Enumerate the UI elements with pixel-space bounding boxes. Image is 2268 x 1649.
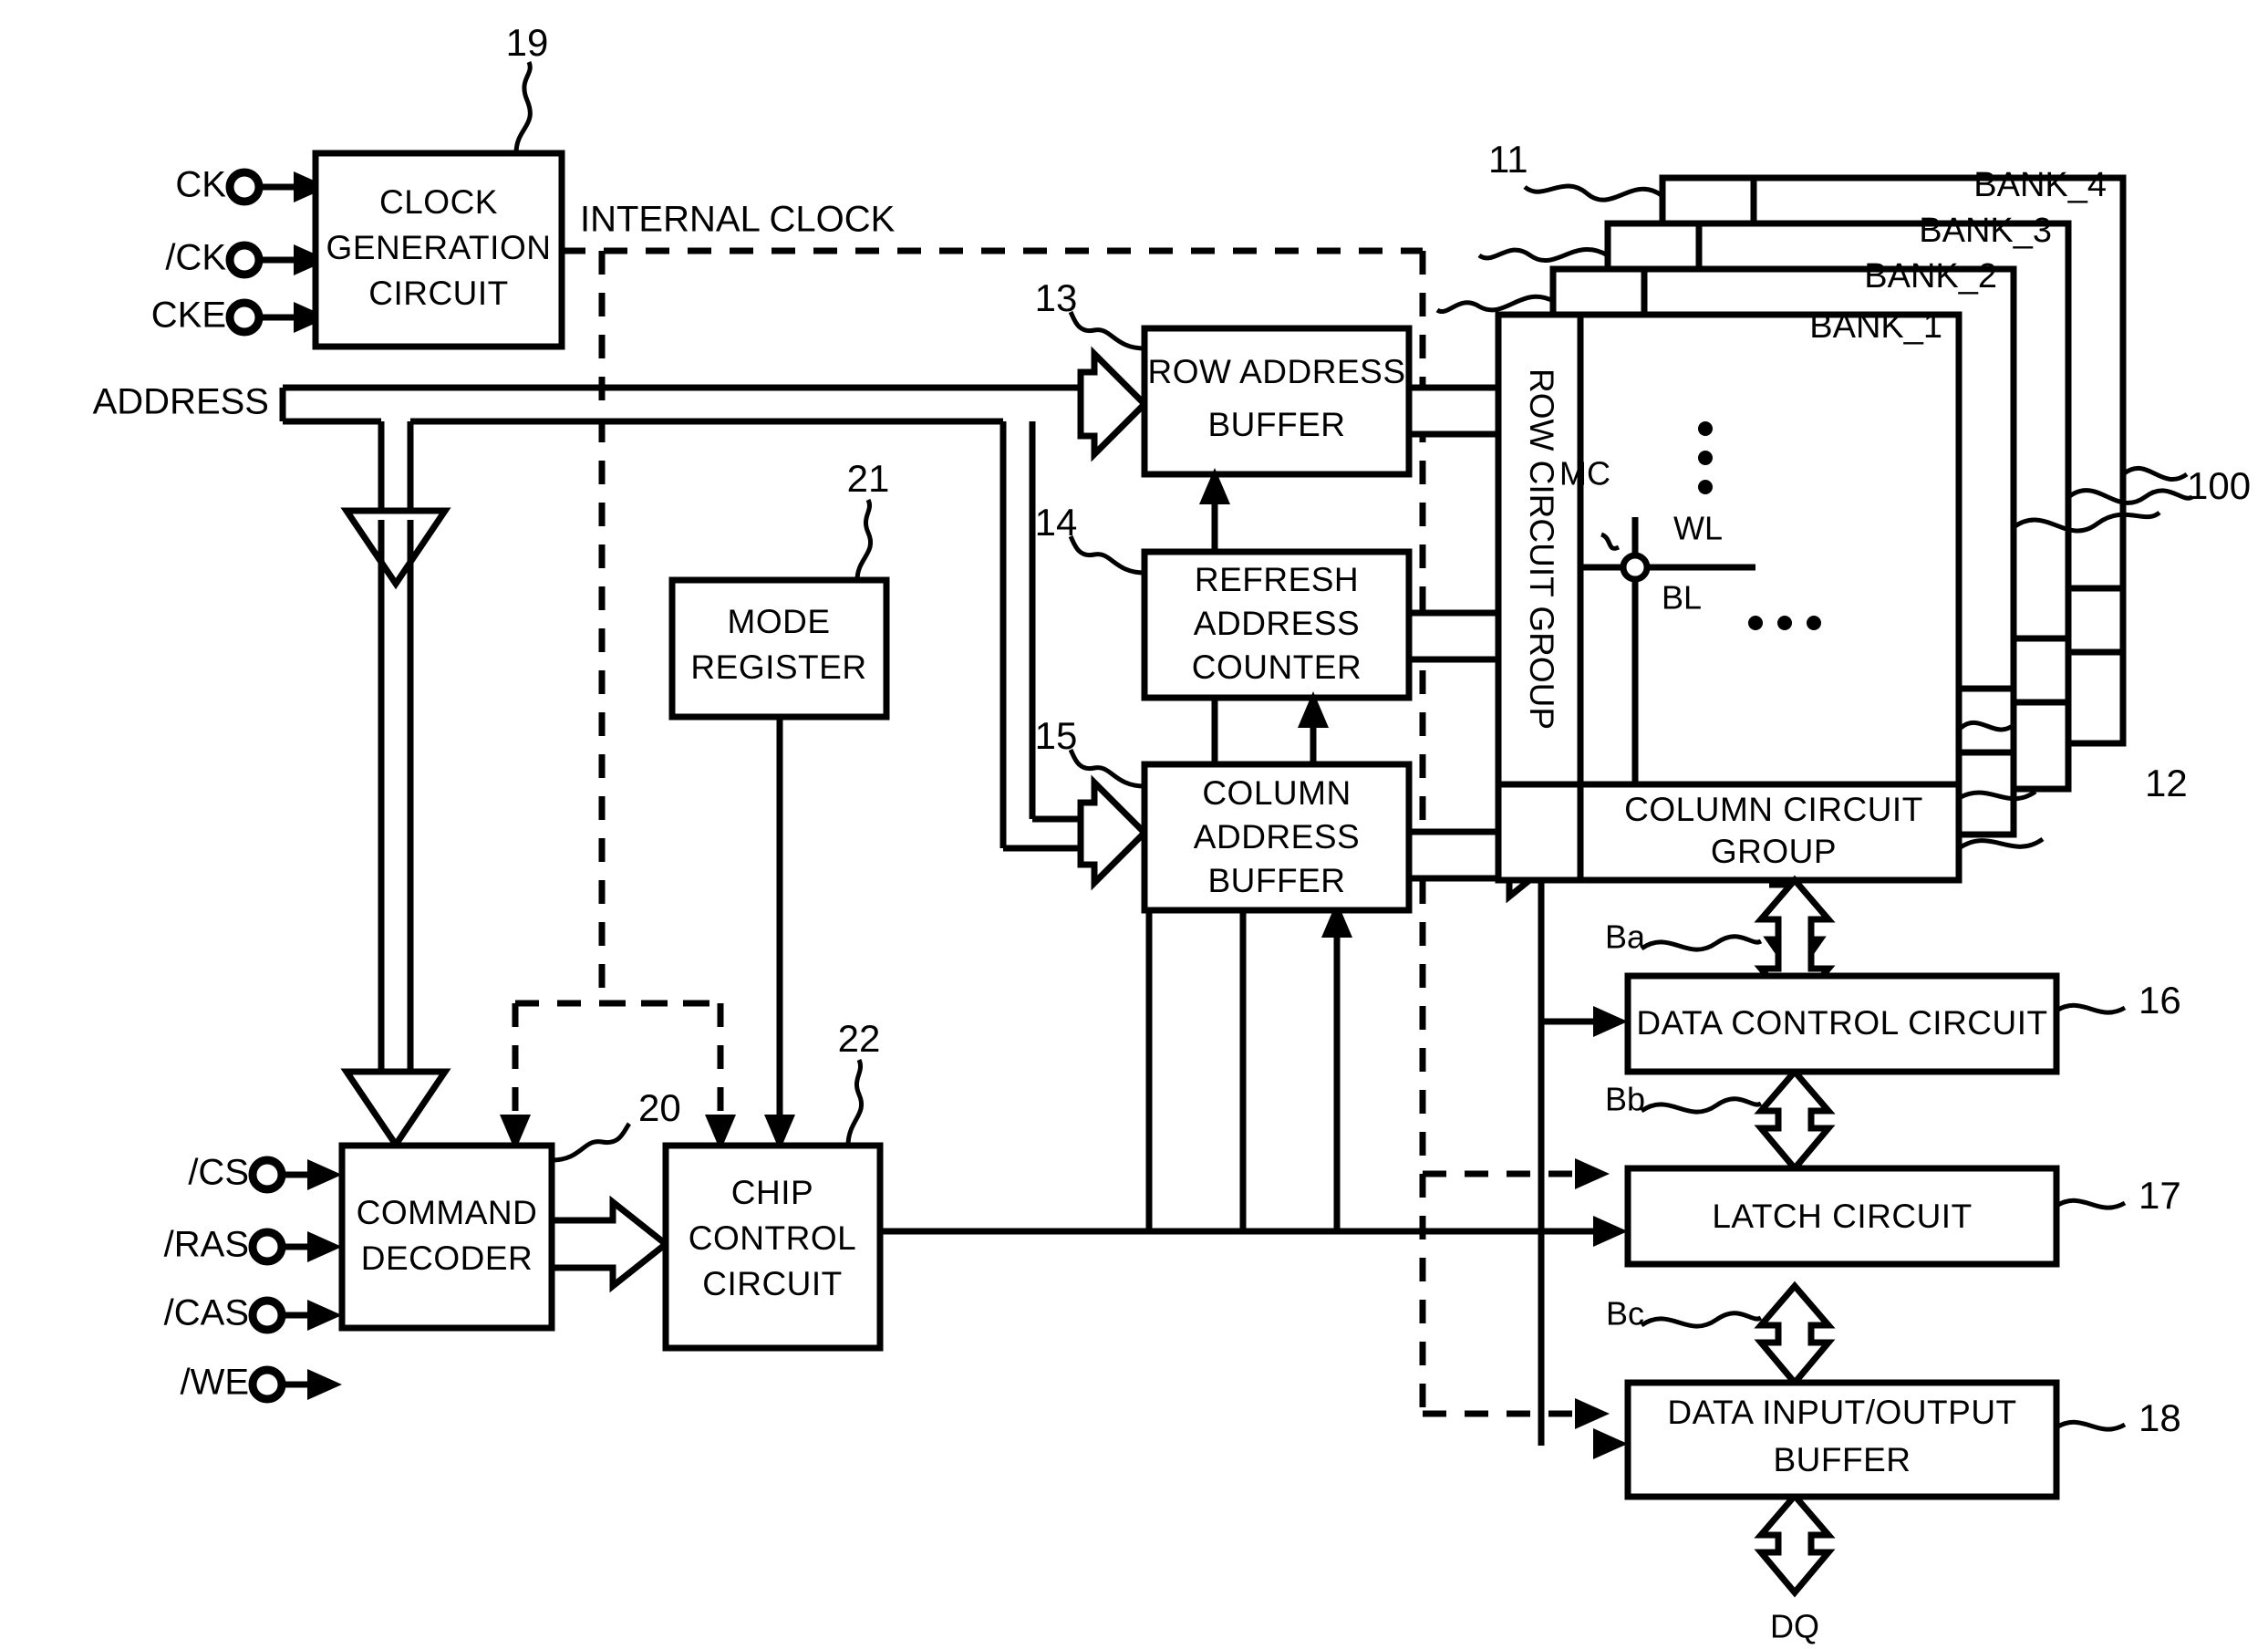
block-label-chip-ctrl-l3: CIRCUIT bbox=[702, 1265, 843, 1302]
block-label-col-circuit-l2: GROUP bbox=[1711, 833, 1837, 870]
ref-number-13: 13 bbox=[1035, 276, 1078, 319]
label-mc: MC bbox=[1559, 455, 1610, 493]
bank-label-1: BANK_1 bbox=[1809, 307, 1942, 346]
ref-number-100: 100 bbox=[2187, 464, 2251, 507]
pin-label-cs: /CS bbox=[188, 1153, 249, 1193]
ref-number-16: 16 bbox=[2139, 979, 2181, 1022]
bank-label-3: BANK_3 bbox=[1919, 212, 2052, 250]
block-label-col-addr-l3: BUFFER bbox=[1208, 862, 1346, 899]
block-label-row-circuit-group: ROW CIRCUIT GROUP bbox=[1523, 368, 1560, 730]
pin-label-ck: CK bbox=[175, 165, 226, 205]
label-internal-clock: INTERNAL CLOCK bbox=[580, 200, 896, 240]
block-label-io-buffer-l1: DATA INPUT/OUTPUT bbox=[1667, 1394, 2016, 1431]
bus-tag-bb: Bb bbox=[1605, 1081, 1645, 1118]
ref-number-18: 18 bbox=[2139, 1396, 2181, 1439]
block-label-cmd-dec-l1: COMMAND bbox=[357, 1194, 538, 1231]
block-label-cmd-dec-l2: DECODER bbox=[361, 1239, 533, 1277]
block-label-col-addr-l1: COLUMN bbox=[1202, 774, 1351, 812]
block-label-refresh-l3: COUNTER bbox=[1192, 648, 1362, 686]
ref-number-11: 11 bbox=[1488, 138, 1528, 181]
ref-number-15: 15 bbox=[1035, 714, 1078, 757]
bus-tag-ba: Ba bbox=[1605, 918, 1646, 956]
block-label-mode-reg-l2: REGISTER bbox=[690, 648, 866, 686]
block-label-clock-gen-l2: GENERATION bbox=[326, 229, 552, 266]
label-wl: WL bbox=[1673, 510, 1723, 547]
block-label-clock-gen-l3: CIRCUIT bbox=[368, 275, 509, 312]
block-label-col-circuit-l1: COLUMN CIRCUIT bbox=[1624, 791, 1923, 828]
block-label-latch: LATCH CIRCUIT bbox=[1712, 1198, 1972, 1235]
block-label-refresh-l2: ADDRESS bbox=[1194, 605, 1360, 642]
ref-number-20: 20 bbox=[638, 1086, 681, 1129]
bank-label-2: BANK_2 bbox=[1864, 257, 1997, 296]
block-label-row-addr-l2: BUFFER bbox=[1208, 406, 1346, 443]
block-label-io-buffer-l2: BUFFER bbox=[1774, 1441, 1911, 1478]
label-layer: CK /CK CKE /CS /RAS /CAS /WE ADDRESS INT… bbox=[93, 21, 2251, 1645]
bank-label-4: BANK_4 bbox=[1973, 166, 2107, 204]
pin-label-nck: /CK bbox=[165, 238, 226, 278]
block-label-clock-gen-l1: CLOCK bbox=[379, 183, 498, 221]
bus-tag-bc: Bc bbox=[1606, 1295, 1644, 1333]
label-bl: BL bbox=[1662, 579, 1702, 617]
block-label-row-addr-l1: ROW ADDRESS bbox=[1147, 353, 1405, 390]
block-label-chip-ctrl-l1: CHIP bbox=[731, 1174, 813, 1211]
ref-number-22: 22 bbox=[838, 1017, 881, 1060]
ref-number-21: 21 bbox=[847, 457, 890, 500]
block-label-data-ctrl: DATA CONTROL CIRCUIT bbox=[1636, 1004, 2047, 1042]
ref-number-17: 17 bbox=[2139, 1174, 2181, 1217]
block-label-mode-reg-l1: MODE bbox=[728, 603, 831, 640]
label-dq: DQ bbox=[1770, 1608, 1819, 1645]
ref-number-19: 19 bbox=[506, 21, 549, 64]
ref-number-12: 12 bbox=[2145, 762, 2188, 804]
block-label-chip-ctrl-l2: CONTROL bbox=[689, 1219, 856, 1257]
ref-number-14: 14 bbox=[1035, 501, 1078, 544]
pin-label-we: /WE bbox=[180, 1363, 249, 1403]
pin-label-cke: CKE bbox=[151, 296, 226, 336]
label-address-bus: ADDRESS bbox=[93, 382, 269, 422]
pin-label-cas: /CAS bbox=[164, 1293, 249, 1333]
pin-label-ras: /RAS bbox=[164, 1225, 249, 1265]
block-label-refresh-l1: REFRESH bbox=[1195, 561, 1359, 598]
figure-canvas: CK /CK CKE /CS /RAS /CAS /WE ADDRESS INT… bbox=[0, 0, 2268, 1649]
block-label-col-addr-l2: ADDRESS bbox=[1194, 818, 1360, 856]
